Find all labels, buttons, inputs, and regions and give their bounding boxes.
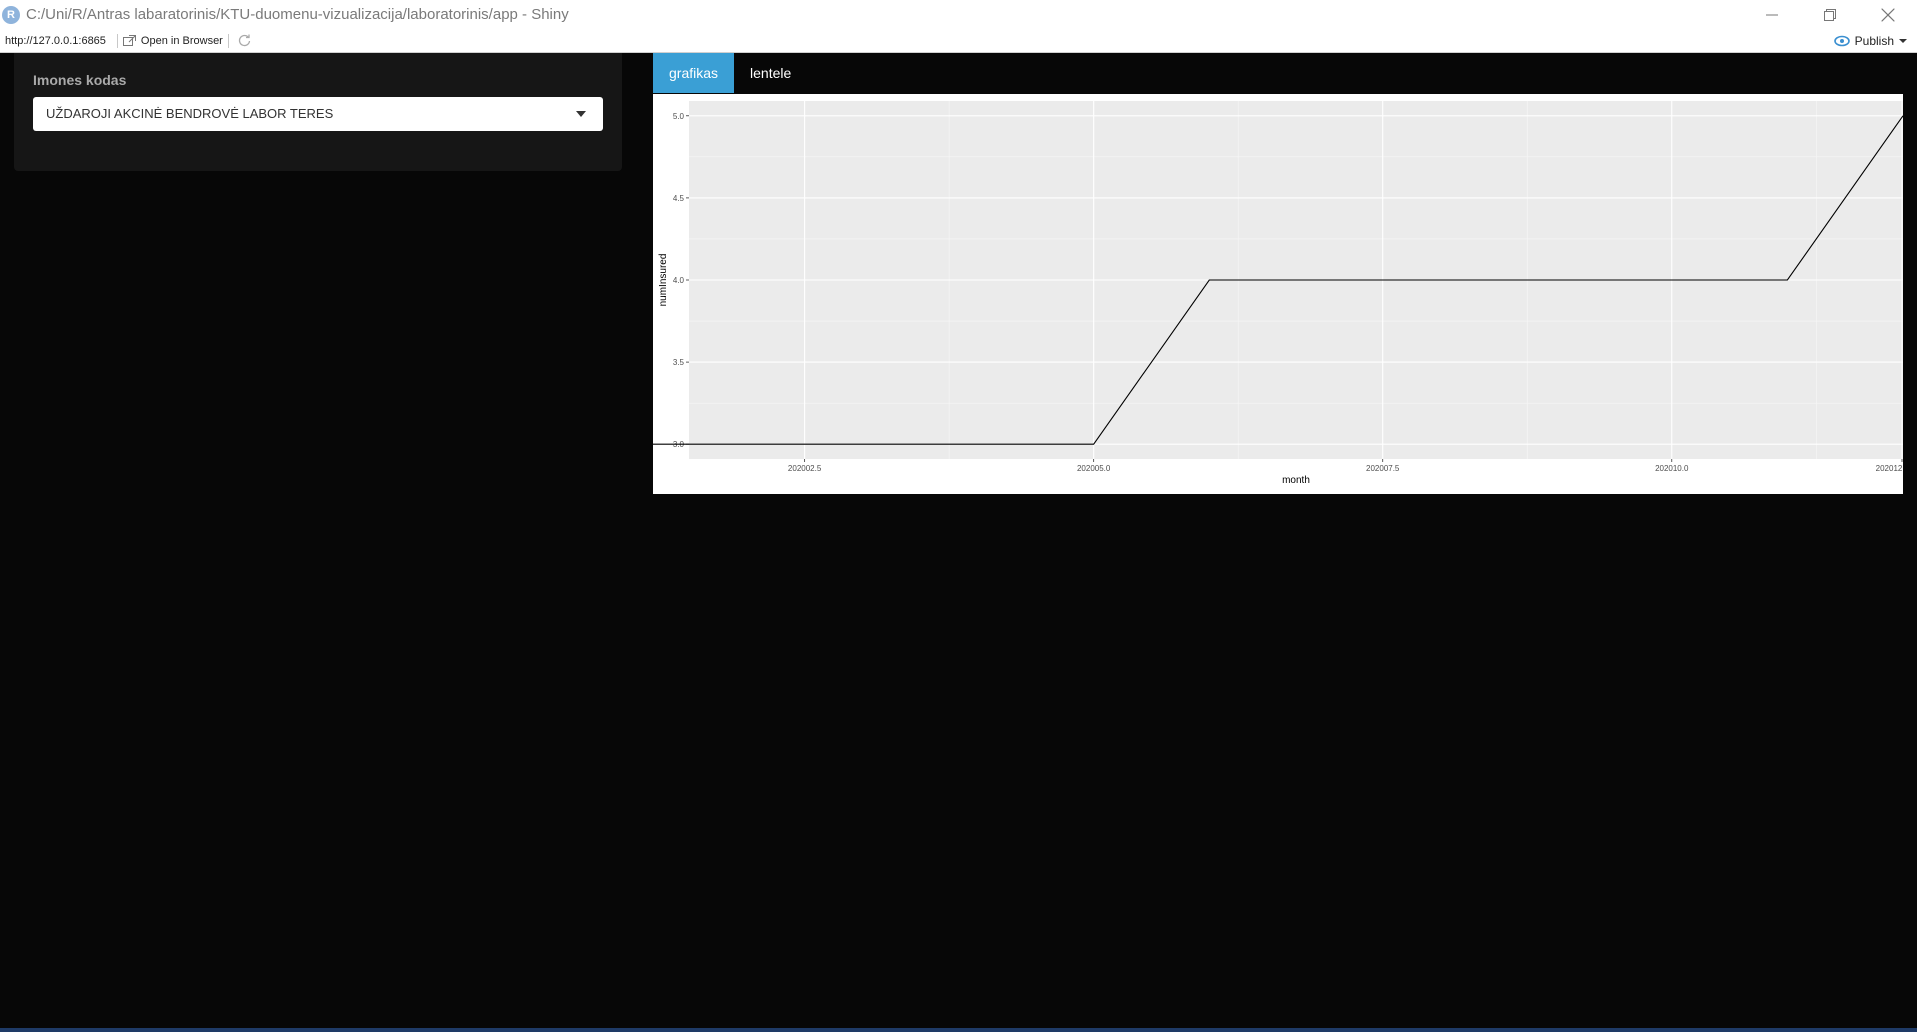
sidebar-panel: Imones kodas UŽDAROJI AKCINĖ BENDROVĖ LA… [14, 53, 622, 171]
refresh-button[interactable] [238, 34, 251, 47]
publish-icon [1833, 35, 1850, 47]
x-tick-label: 202012 [1876, 464, 1903, 473]
open-in-browser-icon [122, 35, 136, 46]
open-in-browser-label: Open in Browser [140, 34, 223, 47]
x-tick-label: 202002.5 [788, 464, 822, 473]
taskbar-edge [0, 1028, 1917, 1032]
y-tick-label: 3.5 [673, 358, 685, 367]
minimize-button[interactable] [1743, 0, 1801, 29]
y-tick-label: 4.5 [673, 194, 685, 203]
close-button[interactable] [1859, 0, 1917, 29]
toolbar-divider [227, 33, 229, 48]
line-chart: 3.03.54.04.55.0202002.5 202005.0 202007.5 2… [653, 101, 1903, 486]
chevron-down-icon [1899, 39, 1907, 43]
minimize-icon [1766, 14, 1778, 15]
viewer-toolbar: http://127.0.0.1:6865 Open in Browser Pu… [0, 29, 1917, 53]
x-axis-title: month [1282, 475, 1310, 486]
window-controls [1743, 0, 1917, 29]
open-in-browser-button[interactable]: Open in Browser [122, 34, 223, 47]
y-axis-title: numInsured [658, 254, 669, 307]
restore-icon [1824, 8, 1836, 21]
x-tick-label: 202010.0 [1655, 464, 1689, 473]
y-tick-label: 5.0 [673, 112, 685, 121]
publish-label: Publish [1854, 34, 1894, 48]
plot-output: 3.0 3.5 4.0 4.5 5.0 202002.5 202005.0 202007.5 2… [653, 94, 1903, 494]
r-logo-icon: R [2, 5, 20, 24]
app-body: Imones kodas UŽDAROJI AKCINĖ BENDROVĖ LA… [0, 53, 1917, 1028]
x-tick-label: 202007.5 [1366, 464, 1400, 473]
caret-down-icon [576, 111, 586, 117]
y-tick-label: 4.0 [673, 276, 685, 285]
toolbar-divider [116, 33, 118, 48]
window-title-bar: R C:/Uni/R/Antras labaratorinis/KTU-duom… [0, 0, 1917, 29]
x-tick-label: 202005.0 [1077, 464, 1111, 473]
restore-button[interactable] [1801, 0, 1859, 29]
window-title: C:/Uni/R/Antras labaratorinis/KTU-duomen… [26, 6, 569, 23]
refresh-icon [238, 34, 251, 47]
company-select[interactable]: UŽDAROJI AKCINĖ BENDROVĖ LABOR TERES [33, 97, 603, 131]
tab-lentele[interactable]: lentele [734, 53, 807, 93]
tab-bar: grafikas lentele [653, 53, 807, 93]
company-code-label: Imones kodas [33, 72, 127, 88]
company-select-value: UŽDAROJI AKCINĖ BENDROVĖ LABOR TERES [46, 106, 334, 121]
publish-button[interactable]: Publish [1833, 29, 1907, 53]
close-icon [1881, 8, 1895, 21]
url-label[interactable]: http://127.0.0.1:6865 [0, 35, 112, 47]
tab-grafikas[interactable]: grafikas [653, 53, 735, 93]
